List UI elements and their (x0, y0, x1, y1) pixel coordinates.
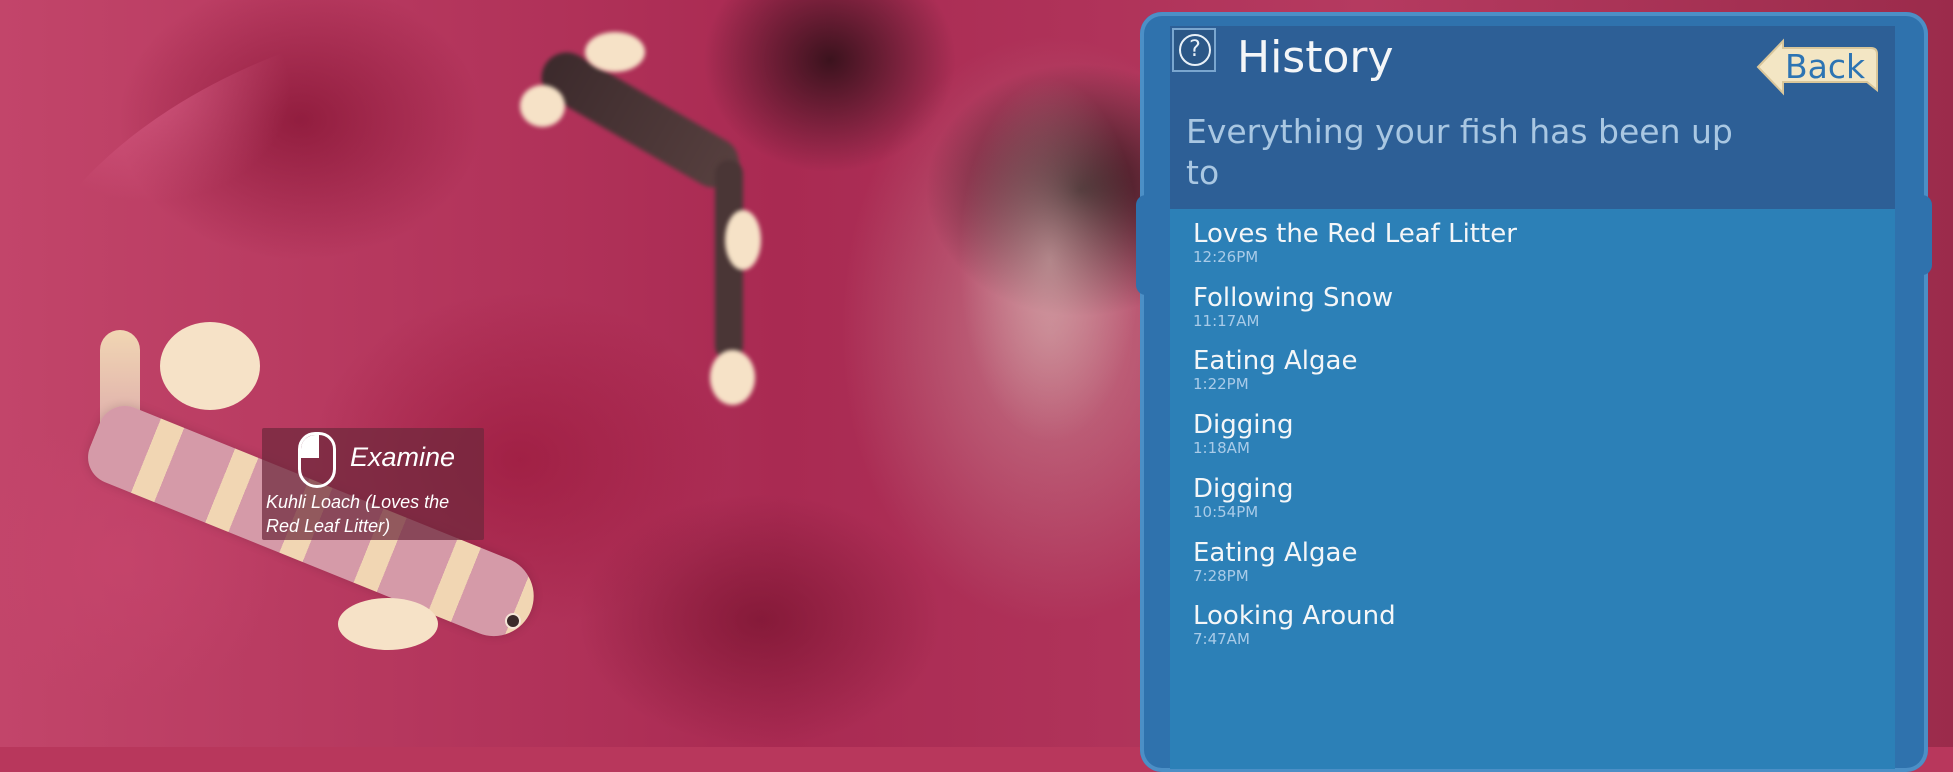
history-entry: Eating Algae 1:22PM (1193, 346, 1357, 393)
history-entry-time: 1:18AM (1193, 439, 1250, 458)
history-entry-time: 12:26PM (1193, 248, 1259, 266)
kuhli-loach-fin (160, 322, 260, 410)
background-fish-fin (520, 85, 565, 127)
history-entry-activity: Eating Algae (1193, 537, 1358, 568)
back-button[interactable]: Back (1755, 38, 1881, 96)
history-entry-activity: Eating Algae (1193, 346, 1358, 377)
history-entry-time: 1:22PM (1193, 375, 1249, 394)
background-fish-fin (725, 210, 761, 270)
page-subtitle: Everything your fish has been up to (1186, 112, 1733, 192)
history-entry: Digging 1:18AM (1193, 410, 1293, 457)
examine-subject: Kuhli Loach (Loves the Red Leaf Litter) (266, 492, 450, 536)
history-entry-time: 10:54PM (1193, 502, 1259, 521)
history-entry-activity: Looking Around (1193, 601, 1396, 632)
examine-label: Examine (350, 442, 456, 472)
help-button[interactable]: ? (1172, 28, 1216, 72)
left-click-icon (298, 432, 336, 488)
history-entry-time: 7:28PM (1193, 566, 1249, 585)
history-entry-activity: Digging (1193, 473, 1294, 504)
background-fish-fin (585, 32, 645, 72)
history-entry-activity: Loves the Red Leaf Litter (1193, 219, 1517, 249)
question-icon: ? (1179, 34, 1211, 66)
panel-side-tab (1136, 195, 1154, 295)
history-entry: Following Snow 11:17AM (1193, 283, 1393, 330)
back-label: Back (1785, 47, 1866, 86)
panel-side-tab (1912, 195, 1932, 275)
kuhli-loach-eye (505, 613, 521, 629)
history-entry-time: 7:47AM (1193, 630, 1250, 649)
history-entry: Loves the Red Leaf Litter 12:26PM (1193, 219, 1517, 266)
history-entry-time: 11:17AM (1193, 311, 1260, 330)
page-title: History (1237, 32, 1394, 83)
history-entry: Eating Algae 7:28PM (1193, 538, 1357, 585)
background-fish-fin (710, 350, 755, 405)
history-entry: Looking Around 7:47AM (1193, 601, 1396, 648)
kuhli-loach-fin (338, 598, 438, 650)
history-entry-activity: Digging (1193, 410, 1294, 441)
history-entry-activity: Following Snow (1193, 282, 1394, 313)
examine-tooltip[interactable]: Examine Kuhli Loach (Loves the Red Leaf … (262, 428, 484, 540)
history-entry: Digging 10:54PM (1193, 474, 1293, 521)
